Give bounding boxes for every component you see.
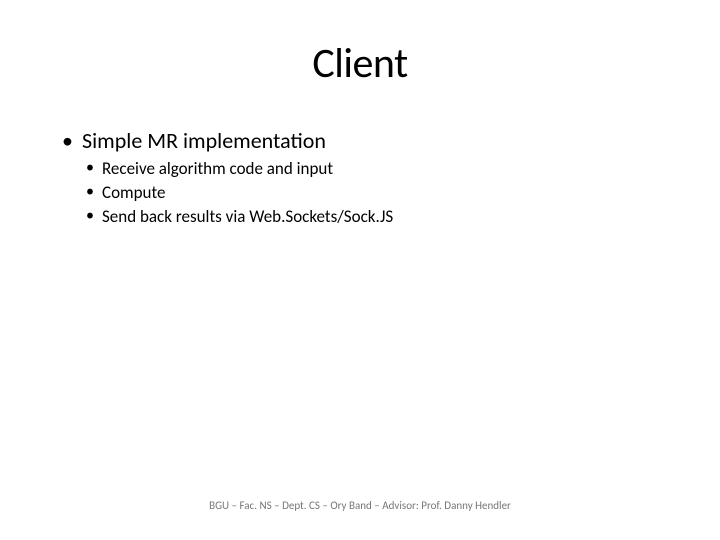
- bullet-list-level1: Simple MR implementation Receive algorit…: [60, 127, 660, 228]
- slide-container: Client Simple MR implementation Receive …: [0, 0, 720, 540]
- bullet-main-text: Simple MR implementation: [82, 127, 326, 154]
- slide-content: Simple MR implementation Receive algorit…: [60, 127, 660, 228]
- bullet-sub-3: Send back results via Web.Sockets/Sock.J…: [82, 206, 660, 228]
- bullet-sub-2: Compute: [82, 182, 660, 204]
- slide-title: Client: [60, 38, 660, 89]
- bullet-list-level2: Receive algorithm code and input Compute…: [82, 158, 660, 228]
- slide-footer: BGU – Fac. NS – Dept. CS – Ory Band – Ad…: [0, 499, 720, 512]
- bullet-sub-1: Receive algorithm code and input: [82, 158, 660, 180]
- bullet-main: Simple MR implementation Receive algorit…: [60, 127, 660, 228]
